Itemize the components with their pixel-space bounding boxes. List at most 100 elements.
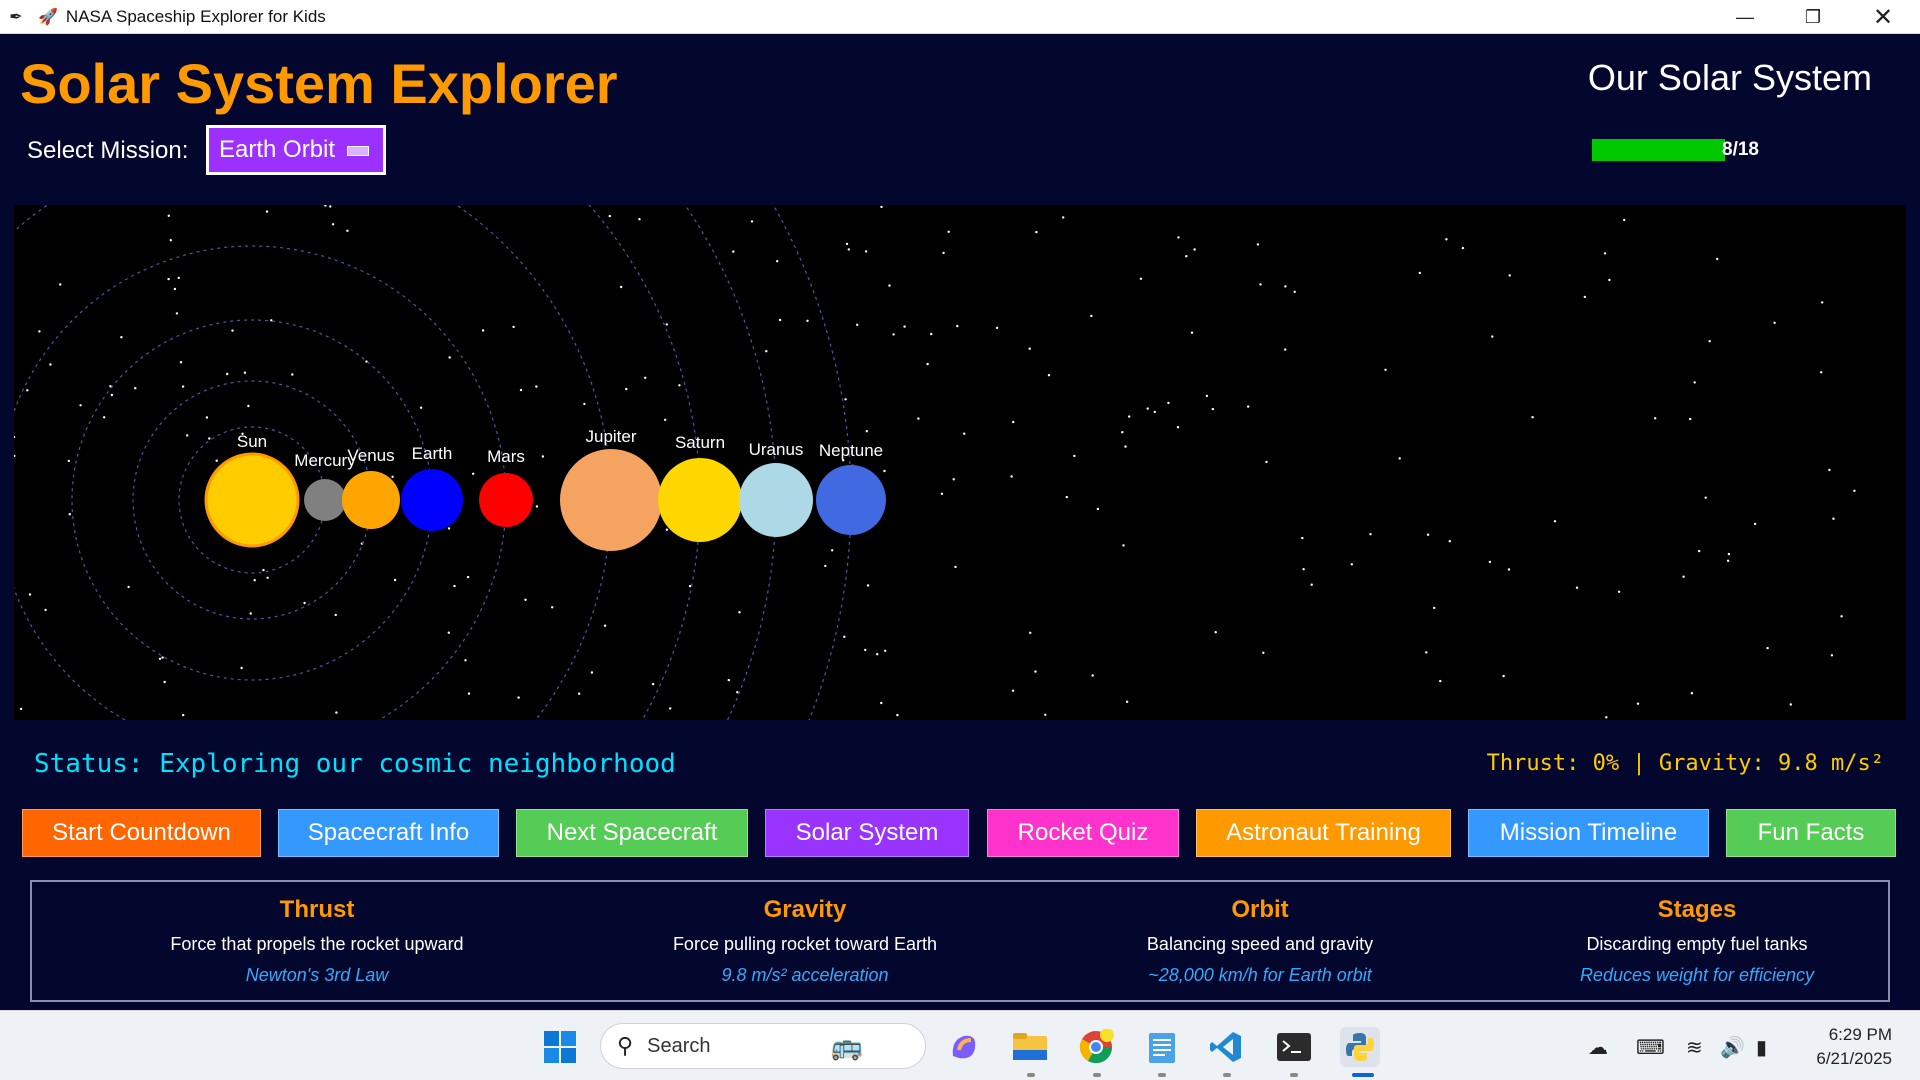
star — [215, 459, 218, 462]
star — [551, 606, 554, 609]
starfield — [14, 205, 1856, 719]
star — [186, 434, 189, 437]
info-panel: Thrust Force that propels the rocket upw… — [30, 880, 1890, 1002]
close-button[interactable]: ✕ — [1848, 0, 1918, 34]
star — [1350, 563, 1354, 566]
star — [329, 205, 332, 208]
rocket-quiz-button[interactable]: Rocket Quiz — [987, 809, 1179, 857]
planet-label: Sun — [237, 432, 267, 451]
restore-button[interactable]: ❐ — [1778, 0, 1848, 34]
star — [1693, 381, 1696, 384]
star — [1256, 243, 1260, 246]
info-heading: Thrust — [279, 896, 355, 923]
star — [541, 455, 545, 458]
star — [856, 323, 859, 326]
solar-system-button[interactable]: Solar System — [765, 809, 969, 857]
fun-facts-button[interactable]: Fun Facts — [1726, 809, 1896, 857]
star — [1682, 575, 1685, 578]
notepad-icon[interactable] — [1142, 1027, 1182, 1067]
volume-icon[interactable]: 🔊 — [1720, 1035, 1745, 1060]
star — [519, 388, 523, 392]
dropdown-indicator-icon — [347, 146, 369, 156]
info-gravity: Gravity Force pulling rocket toward Eart… — [595, 882, 1015, 986]
planet-jupiter[interactable]: Jupiter — [560, 427, 662, 551]
next-spacecraft-button[interactable]: Next Spacecraft — [516, 809, 748, 857]
star — [1439, 679, 1442, 683]
mission-timeline-button[interactable]: Mission Timeline — [1468, 809, 1709, 857]
star — [892, 333, 895, 336]
star — [262, 568, 265, 572]
star — [1508, 274, 1511, 277]
star — [1727, 552, 1731, 556]
star — [535, 385, 538, 388]
onedrive-icon[interactable]: ☁ — [1588, 1035, 1608, 1060]
star — [253, 579, 256, 582]
star — [750, 220, 754, 223]
running-indicator — [1027, 1073, 1035, 1077]
star — [1065, 495, 1069, 499]
info-description: Force pulling rocket toward Earth — [672, 934, 938, 954]
astronaut-training-button[interactable]: Astronaut Training — [1196, 809, 1451, 857]
star — [472, 472, 475, 475]
planet-saturn[interactable]: Saturn — [658, 433, 742, 542]
star — [776, 260, 779, 263]
minimize-button[interactable]: — — [1710, 0, 1780, 34]
planet-earth[interactable]: Earth — [401, 444, 463, 531]
file-explorer-icon[interactable] — [1010, 1027, 1050, 1067]
planet-neptune[interactable]: Neptune — [816, 441, 886, 535]
star — [1167, 401, 1170, 405]
star — [67, 459, 70, 463]
terminal-icon[interactable] — [1274, 1027, 1314, 1067]
chrome-icon[interactable] — [1076, 1027, 1116, 1067]
star — [419, 406, 423, 409]
start-countdown-button[interactable]: Start Countdown — [22, 809, 261, 857]
star — [291, 373, 294, 376]
taskbar-clock[interactable]: 6:29 PM 6/21/2025 — [1816, 1023, 1892, 1071]
planet-venus[interactable]: Venus — [342, 446, 400, 529]
mission-dropdown[interactable]: Earth Orbit — [206, 125, 386, 175]
info-note: Reduces weight for efficiency — [1579, 965, 1815, 985]
copilot-icon[interactable] — [944, 1027, 984, 1067]
star — [930, 332, 933, 336]
star — [876, 653, 879, 656]
star — [1766, 646, 1769, 650]
search-icon: ⚲ — [617, 1033, 634, 1058]
planet-label: Uranus — [749, 440, 804, 459]
star — [1176, 426, 1180, 429]
planet-mars[interactable]: Mars — [479, 447, 533, 527]
star — [19, 707, 23, 711]
planet-uranus[interactable]: Uranus — [739, 440, 813, 537]
star — [464, 659, 467, 662]
mission-dropdown-value: Earth Orbit — [219, 136, 336, 163]
vscode-icon[interactable] — [1206, 1027, 1246, 1067]
planet-label: Venus — [347, 446, 394, 465]
star — [738, 611, 741, 614]
planet-body — [479, 473, 533, 527]
star — [1028, 347, 1031, 350]
wifi-icon[interactable]: ≋ — [1686, 1035, 1703, 1060]
star — [1073, 454, 1076, 458]
star — [1146, 407, 1149, 410]
battery-icon[interactable]: ▮ — [1756, 1035, 1767, 1060]
star — [44, 608, 47, 612]
star — [888, 284, 891, 287]
active-indicator — [1352, 1073, 1374, 1077]
star — [1185, 255, 1188, 258]
taskbar-search-box[interactable]: ⚲ Search 🚌 — [600, 1023, 926, 1069]
running-indicator — [1290, 1073, 1298, 1077]
star — [447, 527, 451, 530]
star — [956, 324, 959, 328]
star — [110, 393, 114, 397]
keyboard-icon[interactable]: ⌨ — [1636, 1035, 1665, 1060]
spacecraft-info-button[interactable]: Spacecraft Info — [278, 809, 499, 857]
planet-sun[interactable]: Sun — [204, 432, 300, 548]
star — [845, 242, 849, 246]
star — [173, 287, 177, 291]
star — [1384, 368, 1387, 371]
star — [1507, 568, 1511, 571]
python-icon[interactable] — [1340, 1027, 1380, 1067]
windows-start-icon[interactable] — [540, 1027, 580, 1067]
star — [481, 329, 485, 332]
star — [1265, 460, 1268, 464]
star — [824, 564, 827, 568]
